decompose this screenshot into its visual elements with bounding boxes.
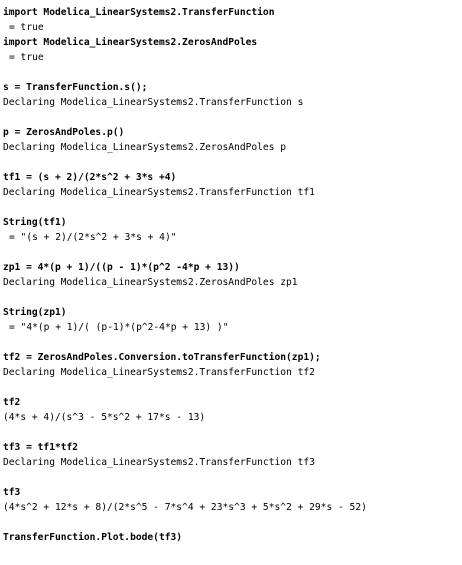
output-line: Declaring Modelica_LinearSystems2.Transf… (3, 457, 315, 468)
output-line: Declaring Modelica_LinearSystems2.Transf… (3, 187, 315, 198)
command-line[interactable]: p = ZerosAndPoles.p() (3, 125, 459, 140)
command-line[interactable]: import Modelica_LinearSystems2.ZerosAndP… (3, 35, 459, 50)
result-line: = true (9, 22, 44, 33)
command-line[interactable]: import Modelica_LinearSystems2.TransferF… (3, 5, 459, 20)
command-line[interactable]: String(zp1) (3, 305, 459, 320)
output-line: (4*s^2 + 12*s + 8)/(2*s^5 - 7*s^4 + 23*s… (3, 502, 367, 513)
command-line[interactable]: TransferFunction.Plot.bode(tf3) (3, 530, 459, 545)
output-line: Declaring Modelica_LinearSystems2.Transf… (3, 367, 315, 378)
command-line[interactable]: tf3 = tf1*tf2 (3, 440, 459, 455)
result-line: = "(s + 2)/(2*s^2 + 3*s + 4)" (9, 232, 177, 243)
output-line: Declaring Modelica_LinearSystems2.ZerosA… (3, 142, 287, 153)
output-line: Declaring Modelica_LinearSystems2.ZerosA… (3, 277, 298, 288)
result-line: = true (9, 52, 44, 63)
result-line: = "4*(p + 1)/( (p-1)*(p^2-4*p + 13) )" (9, 322, 229, 333)
command-line[interactable]: tf2 = ZerosAndPoles.Conversion.toTransfe… (3, 350, 459, 365)
command-line[interactable]: tf1 = (s + 2)/(2*s^2 + 3*s +4) (3, 170, 459, 185)
output-line: (4*s + 4)/(s^3 - 5*s^2 + 17*s - 13) (3, 412, 206, 423)
command-line[interactable]: tf2 (3, 395, 459, 410)
command-line[interactable]: zp1 = 4*(p + 1)/((p - 1)*(p^2 -4*p + 13)… (3, 260, 459, 275)
command-line[interactable]: s = TransferFunction.s(); (3, 80, 459, 95)
output-line: Declaring Modelica_LinearSystems2.Transf… (3, 97, 304, 108)
command-line[interactable]: String(tf1) (3, 215, 459, 230)
command-line[interactable]: tf3 (3, 485, 459, 500)
command-log: import Modelica_LinearSystems2.TransferF… (3, 5, 459, 545)
